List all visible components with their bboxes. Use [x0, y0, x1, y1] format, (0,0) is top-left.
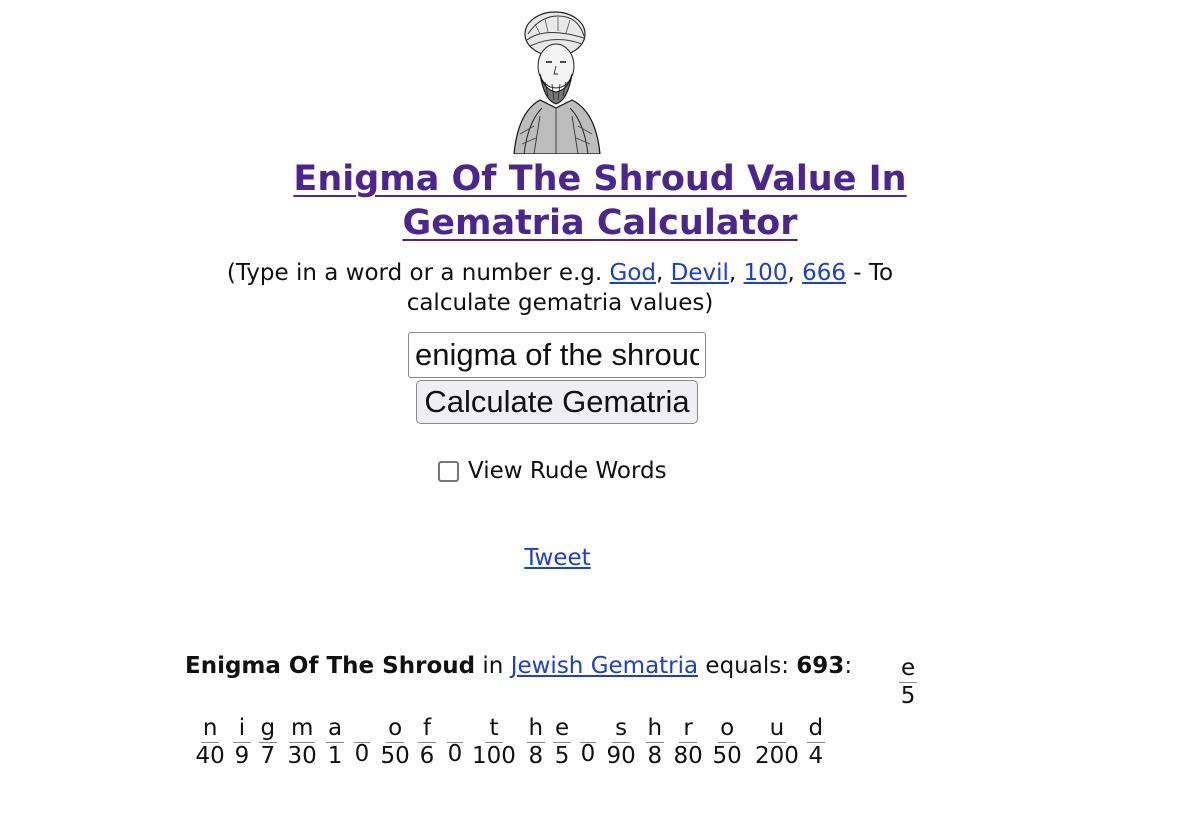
example-link-devil[interactable]: Devil: [671, 260, 729, 286]
letter-char: s: [612, 715, 631, 743]
gematria-search-input[interactable]: [408, 332, 706, 378]
page-title-line1[interactable]: Enigma Of The Shroud Value In: [200, 157, 1000, 201]
page-title[interactable]: Enigma Of The Shroud Value In Gematria C…: [200, 157, 1000, 245]
letter-value: 50: [712, 743, 742, 769]
view-rude-words-option[interactable]: View Rude Words: [438, 456, 667, 486]
letter-value: 6: [419, 743, 435, 769]
instructions-sep: ,: [656, 260, 671, 286]
letter-value-fraction: s 90: [607, 715, 636, 770]
letter-value: 40: [195, 743, 225, 769]
letter-value: 5: [900, 683, 916, 709]
letter-value: 8: [528, 743, 544, 769]
letter-value: 1: [327, 743, 343, 769]
letter-value-fraction: r 80: [674, 715, 703, 770]
view-rude-words-checkbox[interactable]: [438, 460, 459, 482]
maimonides-portrait-image: [513, 11, 601, 154]
letter-char: o: [718, 715, 737, 743]
letter-char: f: [418, 715, 436, 743]
letter-value: 8: [647, 743, 663, 769]
letter-char: i: [233, 715, 251, 743]
letter-value: 100: [472, 743, 516, 769]
letter-char: t: [484, 715, 503, 743]
letter-value: 80: [673, 743, 703, 769]
letter-value-fraction: f6: [418, 715, 436, 770]
letter-value: 0: [580, 741, 596, 767]
letter-value: 0: [354, 741, 370, 767]
letter-char: r: [679, 715, 698, 743]
letter-char: h: [526, 715, 546, 743]
letter-value-fraction: h8: [526, 715, 546, 770]
letter-char: d: [806, 715, 826, 743]
letter-value-fraction: e5: [553, 715, 572, 770]
letter-value: 90: [606, 743, 636, 769]
letter-char: h: [645, 715, 665, 743]
space-value-fraction: 0: [354, 729, 370, 767]
result-summary: Enigma Of The Shroud in Jewish Gematria …: [185, 651, 852, 681]
result-colon: :: [844, 653, 853, 679]
example-link-god[interactable]: God: [610, 260, 657, 286]
letter-char: e: [553, 715, 572, 743]
instructions-prefix: (Type in a word or a number e.g.: [226, 260, 610, 286]
jewish-gematria-link[interactable]: Jewish Gematria: [511, 653, 698, 679]
letter-value-fraction: o 50: [713, 715, 742, 770]
letter-char: m: [288, 715, 316, 743]
letter-value: 9: [234, 743, 250, 769]
space-value-fraction: 0: [580, 729, 596, 767]
instructions-text: (Type in a word or a number e.g. God, De…: [180, 258, 940, 318]
letter-char: n: [200, 715, 220, 743]
result-in-text: in: [475, 653, 511, 679]
instructions-sep: ,: [787, 260, 803, 286]
example-link-100[interactable]: 100: [744, 260, 788, 286]
result-phrase: Enigma Of The Shroud: [185, 653, 476, 679]
letter-value-fraction: o 50: [381, 715, 410, 770]
letter-value-fraction: e5: [899, 655, 918, 710]
example-link-666[interactable]: 666: [802, 260, 846, 286]
page-title-line2[interactable]: Gematria Calculator: [200, 201, 1000, 245]
letter-value: 0: [447, 741, 463, 767]
letter-value-fraction: d4: [806, 715, 826, 770]
letter-value: 5: [554, 743, 570, 769]
letter-value: 4: [808, 743, 824, 769]
letter-value-fraction: i9: [233, 715, 251, 770]
space-value-fraction: 0: [447, 729, 463, 767]
result-total: 693: [796, 653, 845, 679]
letter-char: u: [767, 715, 787, 743]
letter-char: g: [258, 715, 278, 743]
letter-value-fraction: h8: [645, 715, 665, 770]
calculate-gematria-button[interactable]: Calculate Gematria: [416, 380, 698, 424]
letter-value-fraction: m 30: [288, 715, 317, 770]
letter-char: e: [899, 655, 918, 683]
letter-value: 200: [755, 743, 799, 769]
letter-char: a: [326, 715, 345, 743]
result-equals-text: equals:: [698, 653, 797, 679]
tweet-link[interactable]: Tweet: [400, 545, 715, 571]
letter-value: 50: [380, 743, 410, 769]
instructions-sep: ,: [728, 260, 744, 286]
letter-value-fraction: t 100: [472, 715, 516, 770]
letter-value-fraction: u 200: [755, 715, 799, 770]
letter-value-fraction: n 40: [196, 715, 225, 770]
letter-value-fraction: a1: [326, 715, 345, 770]
letter-value-fraction: g7: [258, 715, 278, 770]
view-rude-words-label: View Rude Words: [468, 458, 667, 484]
letter-value: 30: [287, 743, 317, 769]
letter-value: 7: [260, 743, 276, 769]
page: Enigma Of The Shroud Value In Gematria C…: [0, 0, 1200, 817]
letter-char: o: [386, 715, 405, 743]
